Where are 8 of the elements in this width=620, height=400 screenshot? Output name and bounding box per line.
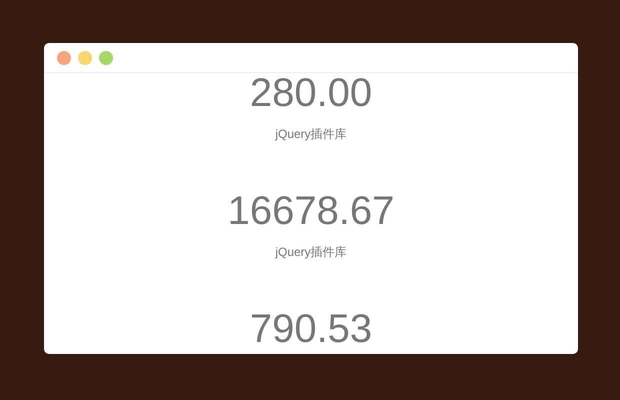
counter-label: jQuery插件库: [275, 126, 347, 142]
counter-value: 790.53: [250, 309, 372, 349]
window-control-dot[interactable]: [57, 50, 71, 64]
counter-value: 280.00: [250, 73, 372, 113]
window-control-dot[interactable]: [99, 50, 113, 64]
counter-value: 16678.67: [228, 191, 394, 231]
window-control-dot[interactable]: [78, 50, 92, 64]
counter-label: jQuery插件库: [275, 244, 347, 260]
